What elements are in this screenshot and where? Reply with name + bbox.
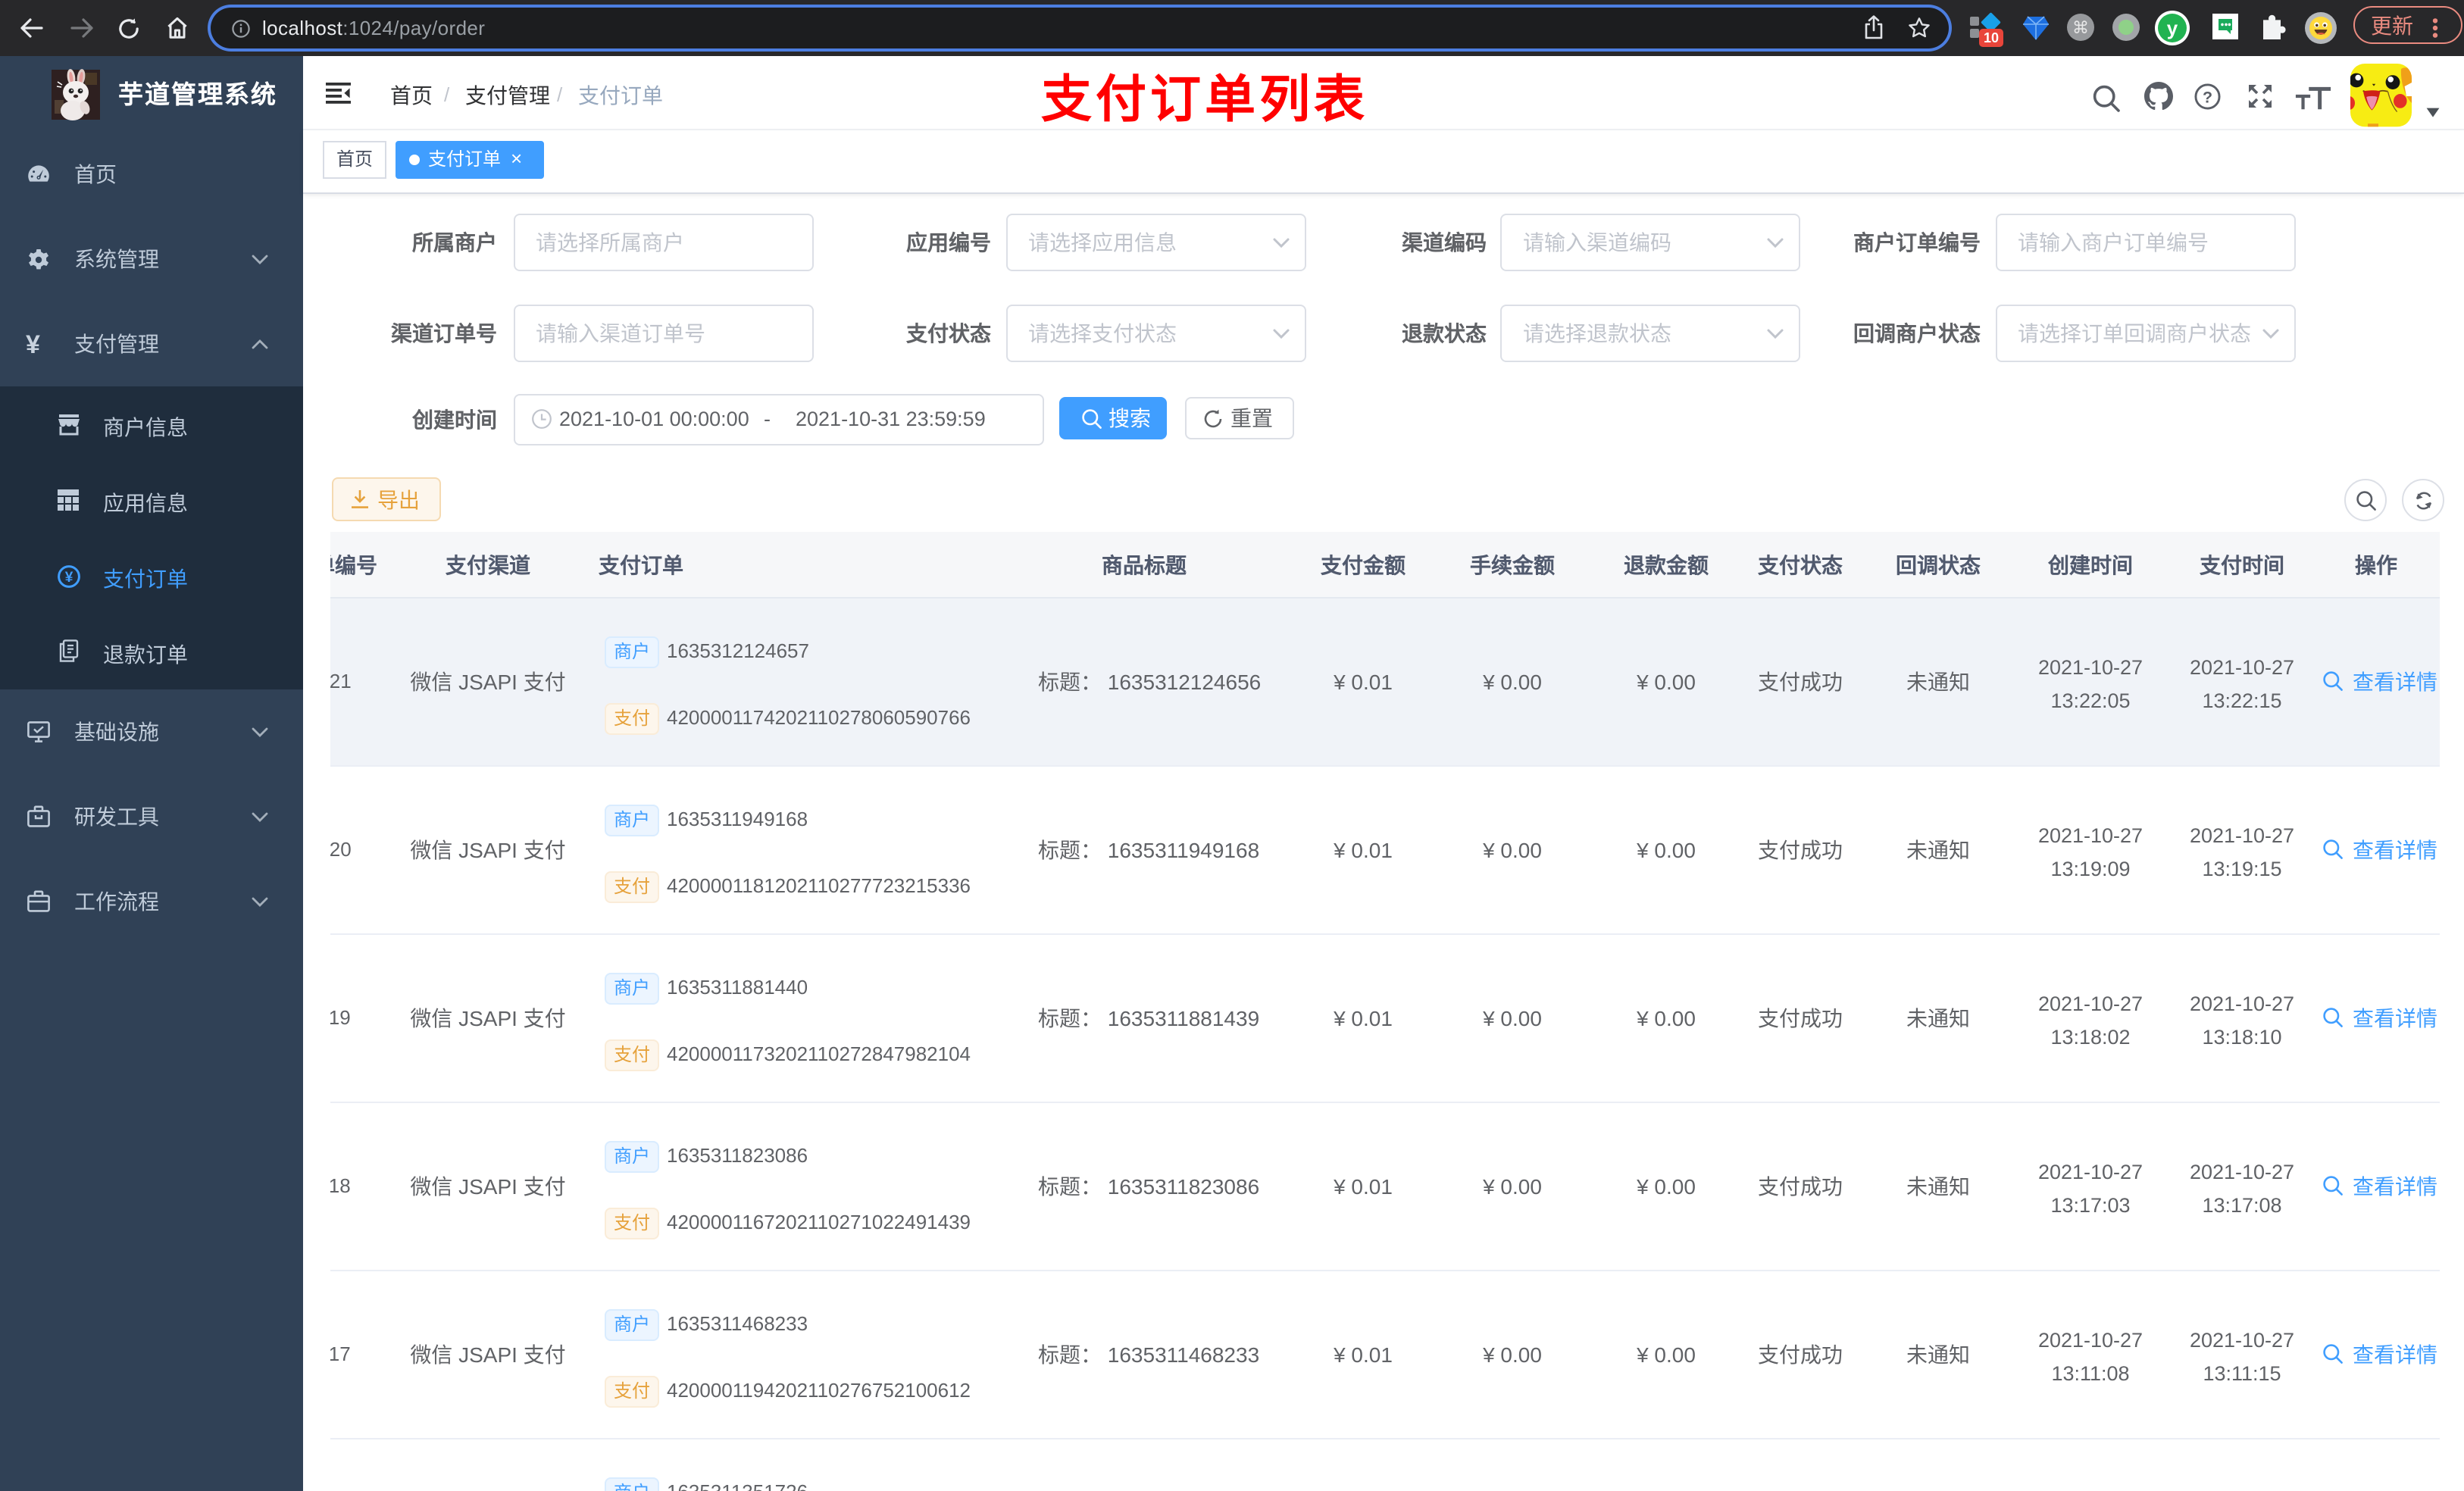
svg-text:?: ? — [2203, 88, 2212, 106]
svg-text:¥: ¥ — [65, 570, 73, 586]
svg-text:⌘: ⌘ — [2072, 18, 2089, 37]
svg-text:y: y — [2167, 17, 2178, 39]
